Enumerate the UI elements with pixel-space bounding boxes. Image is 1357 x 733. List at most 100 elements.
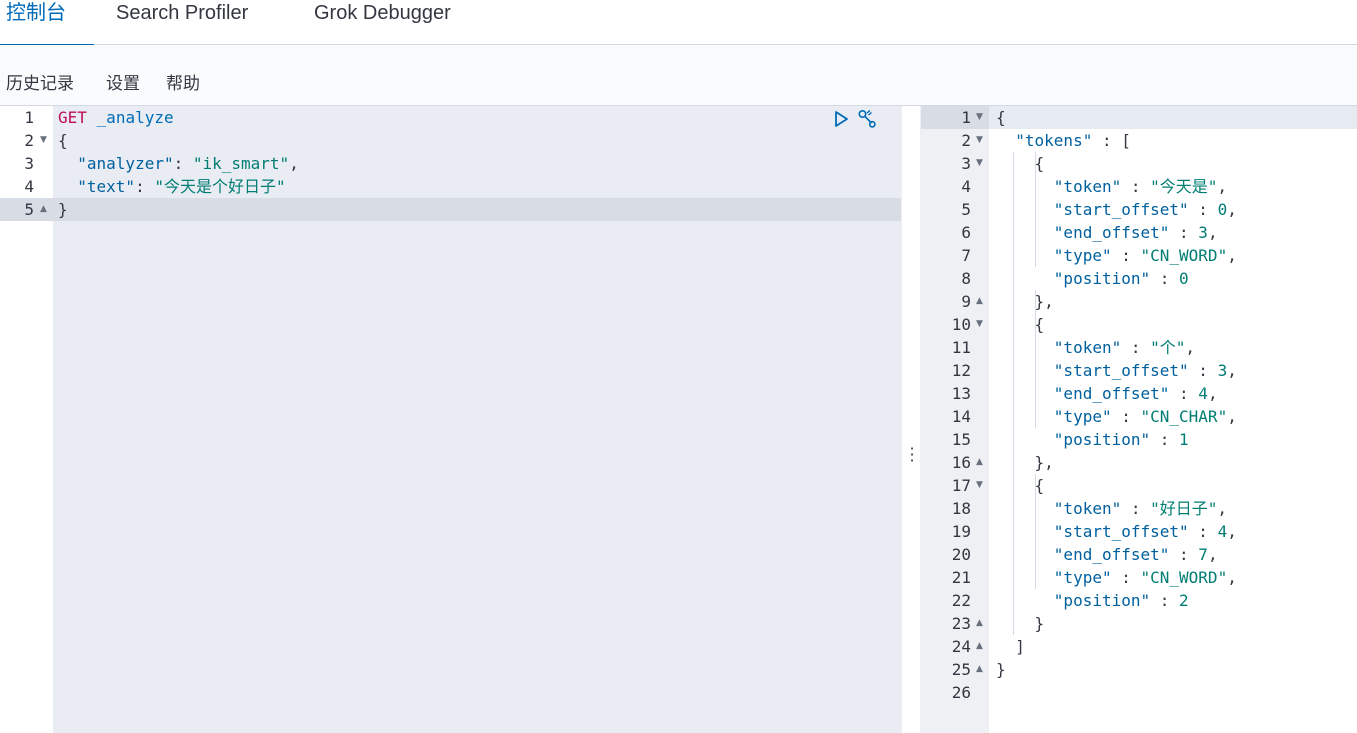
- token-key: "token": [1053, 338, 1122, 357]
- drag-handle-icon: · · ·: [909, 439, 915, 470]
- request-url: _analyze: [96, 108, 174, 127]
- wrench-icon[interactable]: [857, 109, 877, 129]
- type-value: "CN_CHAR": [1140, 407, 1228, 426]
- response-line-10: {: [1034, 315, 1045, 334]
- line-number: 2: [24, 131, 34, 150]
- request-line-3: "analyzer": "ik_smart",: [77, 154, 299, 173]
- text-key: "text": [77, 177, 136, 196]
- position-value: 1: [1179, 430, 1189, 449]
- help-link[interactable]: 帮助: [166, 69, 200, 94]
- position-key: "position": [1053, 430, 1151, 449]
- request-open-brace: {: [58, 131, 68, 150]
- line-number: 18: [951, 499, 971, 518]
- response-line-4: "token" : "今天是",: [1053, 177, 1228, 196]
- history-link[interactable]: 历史记录: [6, 69, 74, 94]
- response-line-3: {: [1034, 154, 1045, 173]
- line-number: 24: [951, 637, 971, 656]
- line-number: 19: [951, 522, 971, 541]
- fold-close-icon[interactable]: ▲: [976, 658, 983, 681]
- settings-link[interactable]: 设置: [106, 69, 140, 94]
- line-number: 13: [951, 384, 971, 403]
- line-number: 25: [951, 660, 971, 679]
- active-line-highlight: [989, 106, 1357, 129]
- response-gutter: 1 ▼ 2 ▼ 3 ▼ 4 5 6 7 8 9 ▲ 10 ▼ 11 12 13 14 15 16 ▲ 17 ▼ 18 19 20 21…: [921, 106, 989, 733]
- tab-grok-debugger-label: Grok Debugger: [314, 2, 451, 24]
- tab-console[interactable]: 控制台: [0, 0, 94, 46]
- line-number: 2: [961, 131, 971, 150]
- line-number: 22: [951, 591, 971, 610]
- fold-open-icon[interactable]: ▼: [976, 129, 983, 152]
- line-number: 5: [24, 200, 34, 219]
- response-line-13: "end_offset" : 4,: [1053, 384, 1218, 403]
- position-key: "position": [1053, 269, 1151, 288]
- play-icon[interactable]: [831, 109, 851, 129]
- line-number: 11: [951, 338, 971, 357]
- fold-close-icon[interactable]: ▲: [40, 198, 47, 221]
- line-number: 20: [951, 545, 971, 564]
- type-key: "type": [1053, 568, 1112, 587]
- fold-close-icon[interactable]: ▲: [976, 451, 983, 474]
- start-offset-value: 4: [1217, 522, 1228, 541]
- response-line-25: }: [996, 660, 1006, 679]
- line-number: 3: [961, 154, 971, 173]
- response-line-11: "token" : "个",: [1053, 338, 1196, 357]
- tab-grok-debugger[interactable]: Grok Debugger: [308, 0, 457, 45]
- request-close-brace: }: [58, 200, 68, 219]
- position-key: "position": [1053, 591, 1151, 610]
- line-number: 15: [951, 430, 971, 449]
- request-editor[interactable]: 1 2 ▼ 3 4 5 ▲ GET _analyze { "analyzer":…: [0, 106, 901, 733]
- type-key: "type": [1053, 246, 1112, 265]
- fold-close-icon[interactable]: ▲: [976, 635, 983, 658]
- line-number: 8: [961, 269, 971, 288]
- response-line-6: "end_offset" : 3,: [1053, 223, 1218, 242]
- line-number: 12: [951, 361, 971, 380]
- response-line-8: "position" : 0: [1053, 269, 1189, 288]
- line-number: 4: [24, 177, 34, 196]
- pane-resize-handle[interactable]: · · ·: [901, 106, 921, 733]
- response-line-18: "token" : "好日子",: [1053, 499, 1228, 518]
- line-number: 23: [951, 614, 971, 633]
- position-value: 2: [1179, 591, 1189, 610]
- end-offset-key: "end_offset": [1053, 223, 1170, 242]
- request-line-1: GET _analyze: [58, 106, 174, 129]
- response-viewer: 1 ▼ 2 ▼ 3 ▼ 4 5 6 7 8 9 ▲ 10 ▼ 11 12 13 14 15 16 ▲ 17 ▼ 18 19 20 21…: [921, 106, 1357, 733]
- response-line-1: {: [996, 108, 1006, 127]
- response-line-17: {: [1034, 476, 1045, 495]
- line-number: 26: [951, 683, 971, 702]
- tab-search-profiler[interactable]: Search Profiler: [110, 0, 254, 45]
- request-code-area[interactable]: GET _analyze { "analyzer": "ik_smart", "…: [53, 106, 901, 733]
- response-line-19: "start_offset" : 4,: [1053, 522, 1237, 541]
- token-value: "好日子": [1150, 499, 1218, 518]
- top-tab-bar: 控制台 Search Profiler Grok Debugger: [0, 0, 1357, 46]
- fold-open-icon[interactable]: ▼: [976, 313, 983, 336]
- fold-open-icon[interactable]: ▼: [976, 106, 983, 129]
- tab-console-label: 控制台: [6, 2, 66, 24]
- analyzer-key: "analyzer": [77, 154, 174, 173]
- type-value: "CN_WORD": [1140, 246, 1228, 265]
- line-number: 7: [961, 246, 971, 265]
- line-number: 3: [24, 154, 34, 173]
- end-offset-value: 3: [1198, 223, 1208, 242]
- start-offset-value: 3: [1217, 361, 1228, 380]
- end-offset-key: "end_offset": [1053, 384, 1170, 403]
- fold-open-icon[interactable]: ▼: [976, 474, 983, 497]
- request-gutter: 1 2 ▼ 3 4 5 ▲: [0, 106, 53, 733]
- response-line-14: "type" : "CN_CHAR",: [1053, 407, 1237, 426]
- fold-close-icon[interactable]: ▲: [976, 290, 983, 313]
- token-value: "个": [1150, 338, 1186, 357]
- end-offset-value: 7: [1198, 545, 1208, 564]
- text-value: "今天是个好日子": [154, 177, 286, 196]
- response-line-16: },: [1034, 453, 1054, 472]
- http-method: GET: [58, 108, 87, 127]
- response-line-2: "tokens" : [: [1015, 131, 1131, 150]
- response-line-23: }: [1034, 614, 1045, 633]
- fold-open-icon[interactable]: ▼: [976, 152, 983, 175]
- line-number: 1: [24, 108, 34, 127]
- start-offset-value: 0: [1217, 200, 1228, 219]
- line-number: 14: [951, 407, 971, 426]
- fold-open-icon[interactable]: ▼: [40, 129, 47, 152]
- response-line-20: "end_offset" : 7,: [1053, 545, 1218, 564]
- line-number: 6: [961, 223, 971, 242]
- fold-close-icon[interactable]: ▲: [976, 612, 983, 635]
- tokens-key: "tokens": [1015, 131, 1093, 150]
